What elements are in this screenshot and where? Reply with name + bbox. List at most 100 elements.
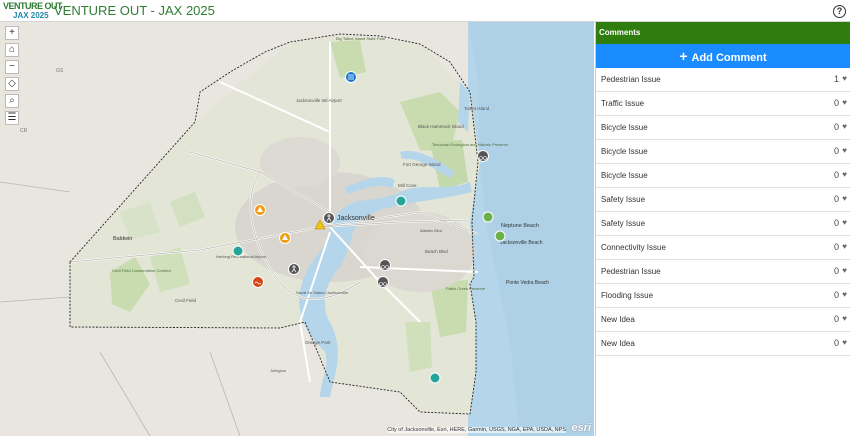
- label-atlantic-blvd: Atlantic Blvd: [420, 228, 442, 233]
- marker-flooding-issue[interactable]: [252, 276, 264, 288]
- marker-traffic-issue[interactable]: [345, 71, 357, 83]
- logo-line2: JAX 2025: [13, 11, 49, 20]
- layer-list-icon[interactable]: ☰: [5, 111, 19, 125]
- marker-safety-issue[interactable]: [254, 204, 266, 216]
- marker-pedestrian-issue[interactable]: [323, 212, 335, 224]
- like-count: 0: [833, 314, 839, 324]
- marker-safety-issue[interactable]: [279, 232, 291, 244]
- heart-icon[interactable]: ♥: [842, 170, 847, 179]
- like-count: 0: [833, 218, 839, 228]
- label-jacksonville: Jacksonville: [337, 215, 375, 222]
- comment-label: New Idea: [601, 339, 635, 348]
- add-comment-label: Add Comment: [691, 52, 767, 64]
- comment-row[interactable]: Bicycle Issue 0 ♥: [596, 140, 850, 164]
- comment-list: Pedestrian Issue 1 ♥ Traffic Issue 0 ♥ Bicyc…: [596, 68, 850, 356]
- map-canvas[interactable]: Jacksonville Baldwin Neptune Beach Jacks…: [0, 22, 594, 436]
- map-toolbar: + ⌂ − ◇ ⌕ ☰: [5, 26, 19, 128]
- label-orange-park: Orange Park: [305, 340, 331, 345]
- marker-bicycle-issue[interactable]: [377, 276, 389, 288]
- label-jax-beach: Jacksonville Beach: [500, 240, 543, 246]
- comment-row[interactable]: Bicycle Issue 0 ♥: [596, 164, 850, 188]
- comment-label: Traffic Issue: [601, 99, 645, 108]
- comments-panel: Comments + Add Comment Pedestrian Issue 1 ♥…: [595, 22, 850, 436]
- search-icon[interactable]: ⌕: [5, 94, 19, 108]
- comment-row[interactable]: Traffic Issue 0 ♥: [596, 92, 850, 116]
- comment-row[interactable]: Pedestrian Issue 0 ♥: [596, 260, 850, 284]
- comment-row[interactable]: Safety Issue 0 ♥: [596, 212, 850, 236]
- heart-icon[interactable]: ♥: [842, 146, 847, 155]
- locate-icon[interactable]: ◇: [5, 77, 19, 91]
- heart-icon[interactable]: ♥: [842, 74, 847, 83]
- heart-icon[interactable]: ♥: [842, 194, 847, 203]
- label-ponte-vedra: Ponte Vedra Beach: [506, 280, 549, 286]
- zoom-in-icon[interactable]: +: [5, 26, 19, 40]
- label-cecil-field: Cecil Field: [175, 298, 197, 303]
- like-count: 0: [833, 338, 839, 348]
- app-logo: VENTURE OUT JAX 2025: [3, 1, 63, 21]
- comment-label: Pedestrian Issue: [601, 267, 661, 276]
- label-julington: Julington: [270, 368, 286, 373]
- like-count: 0: [833, 146, 839, 156]
- heart-icon[interactable]: ♥: [842, 242, 847, 251]
- marker-connectivity-issue[interactable]: [482, 211, 494, 223]
- label-pablo-creek: Pablo Creek Preserve: [446, 286, 486, 291]
- map-view[interactable]: Jacksonville Baldwin Neptune Beach Jacks…: [0, 22, 594, 436]
- comment-label: Safety Issue: [601, 219, 646, 228]
- label-baldwin: Baldwin: [113, 236, 132, 242]
- esri-logo: esri: [571, 422, 591, 434]
- comment-label: Bicycle Issue: [601, 123, 648, 132]
- comment-label: Bicycle Issue: [601, 147, 648, 156]
- marker-bicycle-issue[interactable]: [379, 259, 391, 271]
- heart-icon[interactable]: ♥: [842, 338, 847, 347]
- add-comment-button[interactable]: + Add Comment: [596, 44, 850, 68]
- home-icon[interactable]: ⌂: [5, 43, 19, 57]
- label-talbot: Talbot Island: [464, 106, 490, 111]
- comment-label: Connectivity Issue: [601, 243, 666, 252]
- comment-row[interactable]: Bicycle Issue 0 ♥: [596, 116, 850, 140]
- comment-label: Pedestrian Issue: [601, 75, 661, 84]
- plus-icon: +: [679, 48, 688, 64]
- app-title: VENTURE OUT - JAX 2025: [54, 3, 215, 18]
- marker-new-idea[interactable]: [395, 195, 407, 207]
- marker-connectivity-issue[interactable]: [494, 230, 506, 242]
- comment-row[interactable]: Pedestrian Issue 1 ♥: [596, 68, 850, 92]
- like-count: 0: [833, 98, 839, 108]
- heart-icon[interactable]: ♥: [842, 98, 847, 107]
- label-timucuan: Timucuan Ecological and Historic Preserv…: [432, 142, 509, 147]
- label-airport: Jacksonville Intl Airport: [296, 98, 343, 103]
- marker-new-idea[interactable]: [232, 245, 244, 257]
- map-attribution[interactable]: City of Jacksonville, Esri, HERE, Garmin…: [387, 427, 566, 433]
- comment-label: Safety Issue: [601, 195, 646, 204]
- comment-label: New Idea: [601, 315, 635, 324]
- comment-label: Flooding Issue: [601, 291, 654, 300]
- label-beach-blvd: Beach Blvd: [425, 249, 448, 254]
- label-cr: CR: [20, 128, 28, 134]
- heart-icon[interactable]: ♥: [842, 266, 847, 275]
- comments-panel-title: Comments: [596, 22, 850, 44]
- label-black-hammock: Black Hammock Island: [418, 124, 464, 129]
- comment-row[interactable]: Flooding Issue 0 ♥: [596, 284, 850, 308]
- help-circle-icon[interactable]: ?: [833, 5, 846, 18]
- label-gs: GS: [56, 68, 64, 74]
- label-naval-air: Naval Air Station Jacksonville: [296, 290, 349, 295]
- comment-row[interactable]: New Idea 0 ♥: [596, 332, 850, 356]
- comment-row[interactable]: Safety Issue 0 ♥: [596, 188, 850, 212]
- heart-icon[interactable]: ♥: [842, 218, 847, 227]
- label-neptune: Neptune Beach: [501, 223, 539, 229]
- like-count: 0: [833, 170, 839, 180]
- marker-pedestrian-issue[interactable]: [288, 263, 300, 275]
- like-count: 1: [833, 74, 839, 84]
- heart-icon[interactable]: ♥: [842, 314, 847, 323]
- heart-icon[interactable]: ♥: [842, 122, 847, 131]
- comment-label: Bicycle Issue: [601, 171, 648, 180]
- label-fort-george: Fort George Island: [403, 162, 441, 167]
- comment-row[interactable]: New Idea 0 ♥: [596, 308, 850, 332]
- label-mill-cove: Mill Cove: [398, 183, 417, 188]
- heart-icon[interactable]: ♥: [842, 290, 847, 299]
- like-count: 0: [833, 194, 839, 204]
- comment-row[interactable]: Connectivity Issue 0 ♥: [596, 236, 850, 260]
- zoom-out-icon[interactable]: −: [5, 60, 19, 74]
- marker-new-idea[interactable]: [429, 372, 441, 384]
- marker-bicycle-issue[interactable]: [477, 150, 489, 162]
- label-big-talbot: Big Talbot Island State Park: [336, 36, 385, 41]
